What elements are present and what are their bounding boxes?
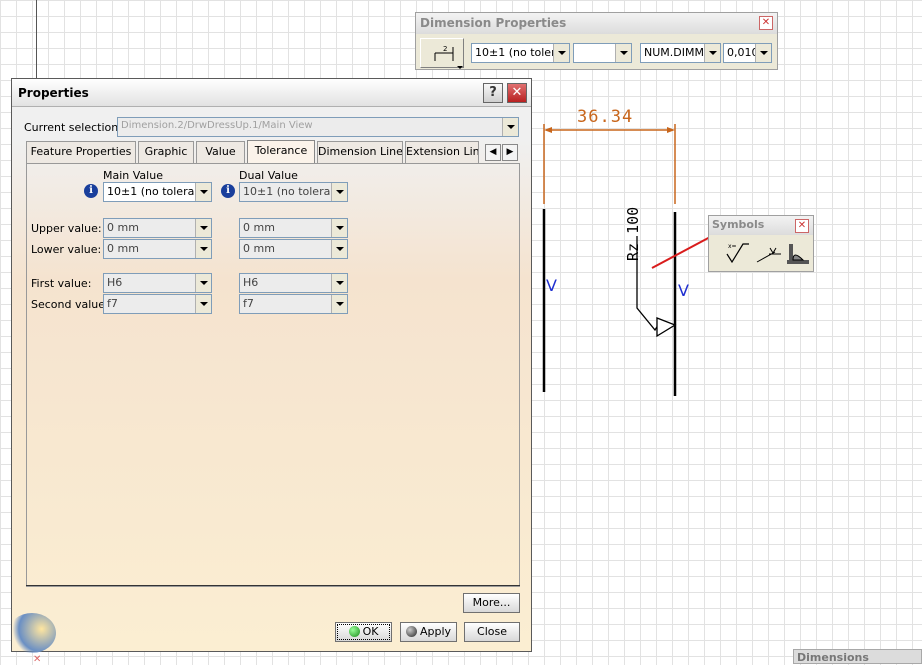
divider [26, 585, 520, 586]
dual-first-value[interactable]: H6 [239, 273, 348, 293]
dimension-arrow-left [544, 127, 552, 133]
main-value-header: Main Value [103, 169, 163, 182]
more-button[interactable]: More... [463, 593, 520, 613]
main-lower-value[interactable]: 0 mm [103, 239, 212, 259]
dimension-value-text[interactable]: 36.34 [577, 107, 633, 127]
roughness-symbol-icon[interactable]: x= [725, 240, 751, 266]
dimension-type-icon: 2 [434, 45, 463, 69]
ok-icon [348, 626, 360, 637]
close-icon[interactable]: ✕ [507, 83, 527, 103]
tab-tolerance[interactable]: Tolerance [247, 140, 315, 164]
close-icon[interactable]: ✕ [759, 16, 773, 30]
roughness-symbol [636, 236, 676, 332]
symbols-toolbar: Symbols ✕ x= [708, 215, 814, 272]
tab-value[interactable]: Value [196, 141, 245, 163]
main-second-value[interactable]: f7 [103, 294, 212, 314]
dimension-arrow-right [667, 127, 675, 133]
tab-feature-properties[interactable]: Feature Properties [26, 141, 136, 163]
dimension-type-button[interactable]: 2 [420, 38, 464, 69]
tab-graphic[interactable]: Graphic [138, 141, 194, 163]
first-value-label: First value: [31, 277, 92, 290]
dimension-properties-toolbar: Dimension Properties ✕ 2 10±1 (no tolera… [415, 12, 778, 70]
upper-value-label: Upper value: [31, 222, 102, 235]
dual-lower-value[interactable]: 0 mm [239, 239, 348, 259]
ok-button[interactable]: OK [335, 622, 392, 642]
view-mark-left: V [546, 276, 557, 295]
dimensions-toolbar-title[interactable]: Dimensions [793, 649, 922, 664]
tolerance-panel: Main Value Dual Value i 10±1 (no toleran… [26, 163, 520, 587]
lower-value-label: Lower value: [31, 243, 102, 256]
precision-combo[interactable]: 0,010 [723, 43, 772, 63]
globe-logo [8, 613, 56, 653]
roughness-triangle [656, 317, 677, 338]
svg-text:2: 2 [443, 45, 447, 53]
leader-line [651, 235, 713, 269]
tab-dimension-line[interactable]: Dimension Line [317, 141, 403, 163]
dual-tolerance-combo[interactable]: 10±1 (no tolerance [239, 182, 348, 202]
help-button[interactable]: ? [483, 83, 503, 103]
main-first-value[interactable]: H6 [103, 273, 212, 293]
second-value-label: Second value: [31, 298, 109, 311]
info-icon[interactable]: i [221, 184, 235, 198]
svg-text:x=: x= [728, 243, 737, 250]
current-selection-combo[interactable]: Dimension.2/DrwDressUp.1/Main View [117, 117, 519, 137]
roughness-text[interactable]: Rz 100 [624, 201, 642, 261]
weld-bead-icon[interactable] [785, 240, 811, 266]
dual-second-value[interactable]: f7 [239, 294, 348, 314]
tab-scroll-right-icon[interactable]: ▶ [502, 144, 518, 161]
close-button[interactable]: Close [464, 622, 520, 642]
main-upper-value[interactable]: 0 mm [103, 218, 212, 238]
empty-combo[interactable] [573, 43, 632, 63]
format-combo[interactable]: NUM.DIMM [640, 43, 721, 63]
current-selection-label: Current selection : [24, 121, 126, 134]
dual-value-header: Dual Value [239, 169, 298, 182]
dual-upper-value[interactable]: 0 mm [239, 218, 348, 238]
welding-symbol-icon[interactable] [755, 240, 781, 266]
tab-scroll-left-icon[interactable]: ◀ [485, 144, 501, 161]
properties-dialog: Properties ? ✕ Current selection : Dimen… [8, 78, 532, 653]
dialog-title[interactable]: Properties [12, 79, 531, 107]
main-tolerance-combo[interactable]: 10±1 (no tolerance [103, 182, 212, 202]
tolerance-combo[interactable]: 10±1 (no toleran [471, 43, 570, 63]
toolbar-title[interactable]: Dimension Properties [416, 13, 777, 34]
tab-strip: Feature Properties Graphic Value Toleran… [26, 140, 520, 164]
apply-icon [405, 626, 417, 637]
tab-extension-line[interactable]: Extension Line [405, 141, 479, 163]
view-mark-right: V [678, 281, 689, 300]
apply-button[interactable]: Apply [400, 622, 457, 642]
info-icon[interactable]: i [84, 184, 98, 198]
close-icon[interactable]: ✕ [795, 219, 809, 233]
